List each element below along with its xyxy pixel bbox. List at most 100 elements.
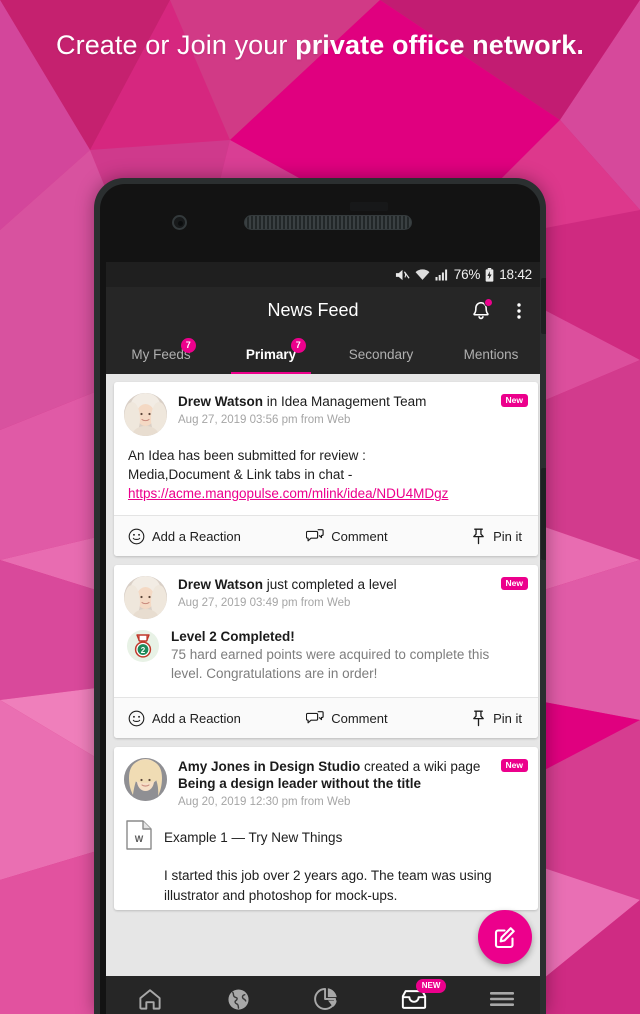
- nav-new-badge: NEW: [415, 979, 447, 993]
- avatar[interactable]: [124, 758, 167, 801]
- post-action-bar: Add a Reaction Comment Pin it: [114, 515, 538, 556]
- status-bar: 76% 18:42: [106, 262, 540, 287]
- front-camera: [172, 215, 187, 230]
- comment-button[interactable]: Comment: [284, 528, 409, 544]
- level-achievement-block: 2 Level 2 Completed! 75 hard earned poin…: [114, 625, 538, 697]
- tab-mentions[interactable]: Mentions: [436, 334, 540, 374]
- post-author[interactable]: Drew Watson: [178, 577, 263, 592]
- add-reaction-label: Add a Reaction: [152, 528, 241, 544]
- avatar[interactable]: [124, 393, 167, 436]
- wiki-doc-name[interactable]: Example 1 — Try New Things: [164, 830, 342, 845]
- avatar-image: [124, 393, 167, 436]
- tab-mentions-label: Mentions: [463, 346, 519, 362]
- pin-it-label: Pin it: [493, 710, 522, 726]
- post-header-text: Amy Jones in Design Studio created a wik…: [167, 758, 528, 808]
- globe-icon: [227, 988, 249, 1010]
- comment-bubbles-icon: [306, 711, 324, 724]
- news-feed-list[interactable]: Drew Watson in Idea Management Team Aug …: [106, 374, 540, 976]
- proximity-sensor: [350, 202, 388, 211]
- nav-item-news-feed[interactable]: NEW News Feed: [370, 976, 458, 1014]
- bottom-navigation: Dashboard Company: [106, 976, 540, 1014]
- battery-charging-icon: [485, 267, 494, 282]
- add-reaction-label: Add a Reaction: [152, 710, 241, 726]
- comment-label: Comment: [331, 710, 388, 726]
- headline-light-text: Create or Join your: [56, 30, 296, 60]
- smiley-icon: [128, 528, 145, 544]
- post-title-rest: created a wiki page: [360, 759, 481, 774]
- post-wiki-page-title[interactable]: Being a design leader without the title: [178, 775, 494, 792]
- medal-level-number: 2: [141, 646, 146, 655]
- wiki-doc-row[interactable]: W Example 1 — Try New Things: [126, 820, 524, 855]
- tab-primary-badge: 7: [290, 338, 306, 353]
- post-title: Drew Watson just completed a level: [178, 576, 494, 593]
- status-badge: New: [500, 394, 528, 408]
- clock-label: 18:42: [499, 267, 532, 282]
- post-header: Drew Watson just completed a level Aug 2…: [114, 565, 538, 625]
- post-header: Amy Jones in Design Studio created a wik…: [114, 747, 538, 814]
- post-title: Drew Watson in Idea Management Team: [178, 393, 494, 410]
- add-reaction-button[interactable]: Add a Reaction: [114, 528, 284, 545]
- volume-button[interactable]: [541, 278, 546, 334]
- post-timestamp: Aug 27, 2019 03:56 pm from Web: [178, 414, 351, 426]
- wifi-icon: [415, 269, 430, 280]
- status-badge: New: [500, 759, 528, 773]
- feed-post-wiki[interactable]: Amy Jones in Design Studio created a wik…: [114, 747, 538, 910]
- volume-mute-icon: [395, 269, 410, 280]
- level-text: Level 2 Completed! 75 hard earned points…: [171, 629, 524, 683]
- tab-secondary-label: Secondary: [348, 346, 414, 362]
- post-body: An Idea has been submitted for review : …: [114, 442, 538, 515]
- tab-primary-label: Primary: [245, 346, 297, 362]
- page-title: News Feed: [267, 300, 359, 320]
- avatar-image: [124, 576, 167, 619]
- avatar[interactable]: [124, 576, 167, 619]
- pin-it-button[interactable]: Pin it: [409, 710, 538, 727]
- more-vertical-icon: [517, 302, 521, 319]
- tab-primary[interactable]: Primary 7: [216, 334, 326, 374]
- nav-item-departments[interactable]: Departments: [282, 976, 370, 1014]
- feed-tabs: My Feeds 7 Primary 7 Secondary Mentions: [106, 334, 540, 374]
- power-button[interactable]: [541, 468, 546, 560]
- tab-my-feeds[interactable]: My Feeds 7: [106, 334, 216, 374]
- add-reaction-button[interactable]: Add a Reaction: [114, 710, 284, 727]
- tab-my-feeds-badge: 7: [180, 338, 196, 353]
- post-action-bar: Add a Reaction Comment Pin it: [114, 697, 538, 738]
- pie-chart-icon: [314, 988, 337, 1010]
- notifications-button[interactable]: [464, 294, 498, 328]
- promo-headline: Create or Join your private office netwo…: [0, 26, 640, 64]
- pushpin-icon: [473, 528, 484, 544]
- post-title: Amy Jones in Design Studio created a wik…: [178, 758, 494, 775]
- post-author[interactable]: Drew Watson: [178, 394, 263, 409]
- app-bar-actions: [464, 294, 540, 328]
- post-title-rest: in Idea Management Team: [263, 394, 427, 409]
- overflow-menu-button[interactable]: [502, 294, 536, 328]
- nav-item-more[interactable]: More: [458, 976, 540, 1014]
- post-author[interactable]: Amy Jones in Design Studio: [178, 759, 360, 774]
- comment-label: Comment: [331, 528, 388, 544]
- comment-button[interactable]: Comment: [284, 710, 409, 726]
- post-title-rest: just completed a level: [263, 577, 397, 592]
- compose-fab-button[interactable]: [478, 910, 532, 964]
- tab-secondary[interactable]: Secondary: [326, 334, 436, 374]
- pin-it-button[interactable]: Pin it: [409, 528, 538, 545]
- phone-bezel: 76% 18:42 News Feed My Feeds 7 Primary 7…: [100, 184, 540, 1014]
- nav-item-dashboard[interactable]: Dashboard: [106, 976, 194, 1014]
- phone-device-frame: 76% 18:42 News Feed My Feeds 7 Primary 7…: [94, 178, 546, 1014]
- nav-item-company[interactable]: Company: [194, 976, 282, 1014]
- feed-post-level[interactable]: Drew Watson just completed a level Aug 2…: [114, 565, 538, 738]
- app-bar: News Feed: [106, 287, 540, 334]
- pin-it-label: Pin it: [493, 528, 522, 544]
- post-header: Drew Watson in Idea Management Team Aug …: [114, 382, 538, 442]
- level-description: 75 hard earned points were acquired to c…: [171, 647, 490, 681]
- pushpin-icon: [473, 710, 484, 726]
- headline-bold-text: private office network.: [295, 30, 584, 60]
- feed-post-idea[interactable]: Drew Watson in Idea Management Team Aug …: [114, 382, 538, 556]
- avatar-image: [124, 758, 167, 801]
- level-title: Level 2 Completed!: [171, 629, 295, 644]
- home-icon: [139, 989, 161, 1010]
- post-header-text: Drew Watson just completed a level Aug 2…: [167, 576, 528, 619]
- wiki-content-block: W Example 1 — Try New Things I started t…: [114, 814, 538, 910]
- hamburger-icon: [490, 992, 514, 1006]
- post-link[interactable]: https://acme.mangopulse.com/mlink/idea/N…: [128, 486, 448, 501]
- notification-dot: [484, 297, 493, 307]
- wiki-paragraph: I started this job over 2 years ago. The…: [164, 868, 492, 903]
